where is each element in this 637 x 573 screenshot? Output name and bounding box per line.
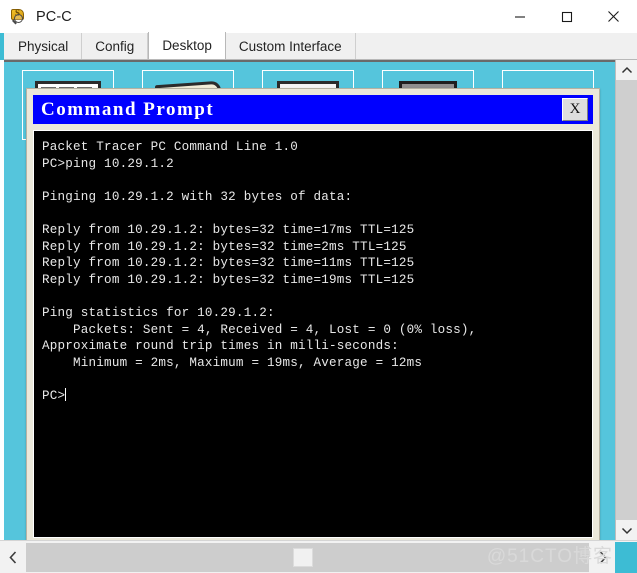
maximize-button[interactable] [543,0,590,33]
command-prompt-window: Command Prompt X Packet Tracer PC Comman… [26,88,600,540]
scroll-up-button[interactable] [616,60,637,80]
minimize-icon [514,15,525,18]
command-prompt-close-button[interactable]: X [562,98,588,121]
desktop-pane: Command Prompt X Packet Tracer PC Comman… [0,60,637,573]
desktop-canvas: Command Prompt X Packet Tracer PC Comman… [4,60,615,540]
tab-bar: Physical Config Desktop Custom Interface [0,32,637,60]
desktop-vertical-scrollbar[interactable] [615,60,637,560]
tab-physical[interactable]: Physical [5,33,83,59]
command-prompt-titlebar: Command Prompt X [33,95,593,124]
tab-config[interactable]: Config [82,33,149,59]
packet-tracer-icon [9,8,27,26]
terminal-output-area[interactable]: Packet Tracer PC Command Line 1.0 PC>pin… [33,130,593,538]
window-title: PC-C [36,8,72,25]
tab-desktop[interactable]: Desktop [148,32,226,59]
close-button[interactable] [590,0,637,33]
vertical-scroll-thumb[interactable] [616,80,637,560]
terminal-text: Packet Tracer PC Command Line 1.0 PC>pin… [42,140,477,403]
text-cursor [65,387,67,401]
window-titlebar: PC-C [0,0,637,33]
scroll-down-button[interactable] [616,520,637,540]
chevron-down-icon [621,527,633,534]
pc-c-window: PC-C Physical Config Deskto [0,0,637,573]
chevron-left-icon [8,550,16,564]
tab-custom-interface[interactable]: Custom Interface [225,33,356,59]
horizontal-scroll-track[interactable] [26,542,589,572]
minimize-button[interactable] [496,0,543,33]
desktop-horizontal-scrollbar[interactable]: @51CTO博客 [0,540,637,573]
scroll-right-button[interactable] [589,541,615,573]
scroll-left-button[interactable] [0,541,26,573]
maximize-icon [561,11,572,22]
prompt-text: PC> [42,388,66,403]
chevron-up-icon [621,66,633,73]
window-controls [496,0,637,33]
close-icon [608,11,619,22]
command-prompt-title: Command Prompt [41,98,215,120]
horizontal-scroll-thumb[interactable] [293,547,314,567]
scrollbar-corner [615,541,637,573]
chevron-right-icon [599,550,607,564]
